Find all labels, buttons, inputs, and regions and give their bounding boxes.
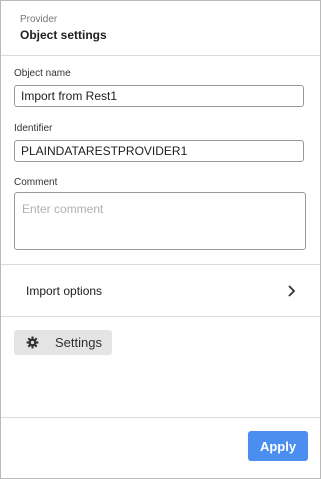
object-name-input[interactable]: Import from Rest1 <box>14 85 304 107</box>
apply-button[interactable]: Apply <box>248 431 308 461</box>
comment-label: Comment <box>14 177 58 188</box>
header-subtitle: Provider <box>20 14 58 25</box>
divider <box>1 316 320 317</box>
panel-footer: Apply <box>1 417 320 479</box>
settings-button-label: Settings <box>55 335 102 350</box>
identifier-input[interactable]: PLAINDATARESTPROVIDER1 <box>14 140 304 162</box>
object-name-label: Object name <box>14 68 71 79</box>
comment-textarea[interactable] <box>14 192 306 250</box>
import-options-row[interactable]: Import options <box>1 265 320 316</box>
chevron-right-icon <box>288 285 296 297</box>
page-title: Object settings <box>20 28 107 42</box>
import-options-label: Import options <box>26 284 103 298</box>
settings-button[interactable]: Settings <box>14 330 112 355</box>
object-settings-panel: Provider Object settings Object name Imp… <box>0 0 321 479</box>
gear-icon <box>26 336 39 349</box>
panel-header: Provider Object settings <box>1 1 320 56</box>
identifier-label: Identifier <box>14 123 53 134</box>
